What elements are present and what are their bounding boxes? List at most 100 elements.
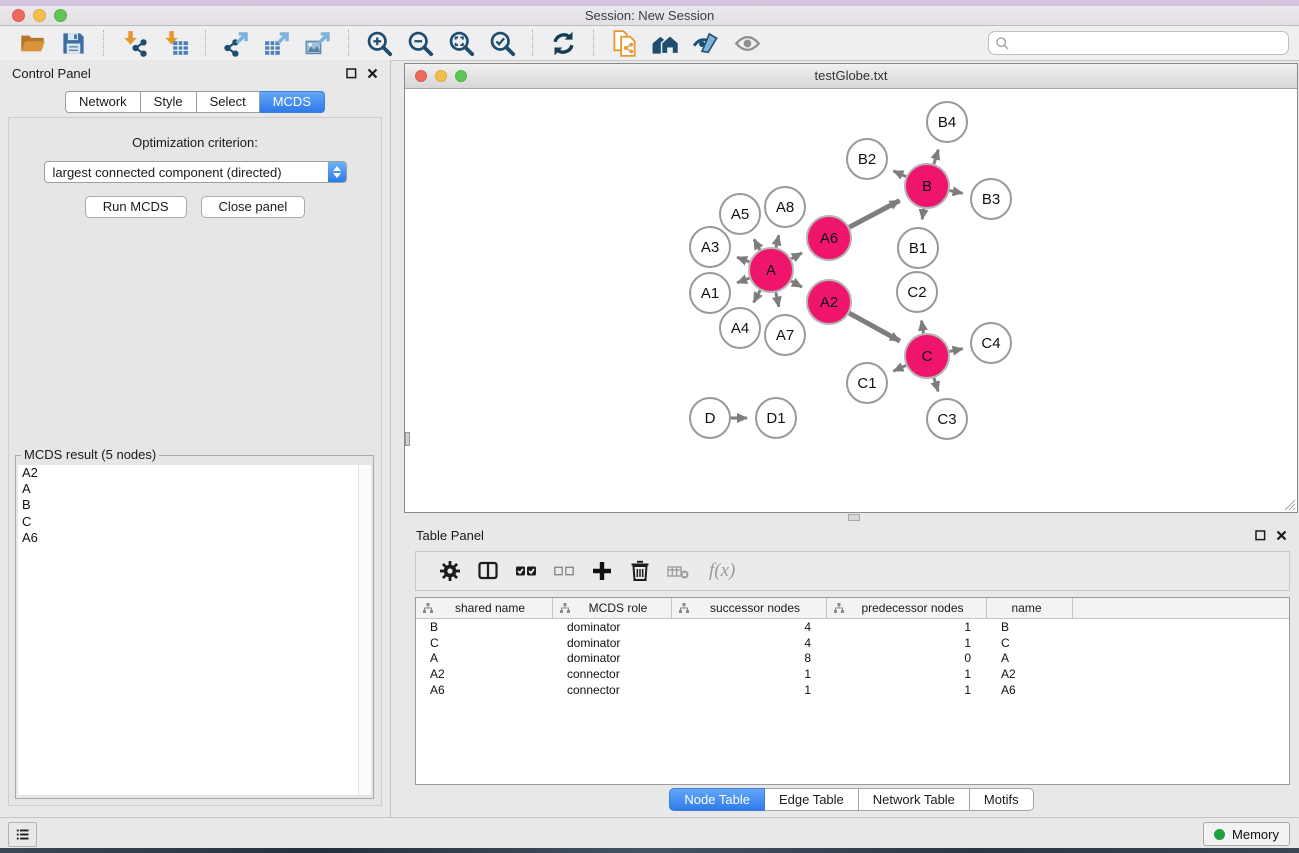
tab-node-table[interactable]: Node Table: [669, 788, 765, 811]
gear-icon[interactable]: [438, 559, 462, 583]
column-header-predecessor-nodes[interactable]: predecessor nodes: [827, 598, 987, 618]
table-cell[interactable]: 1: [827, 620, 987, 634]
table-cell[interactable]: 4: [672, 636, 827, 650]
close-panel-icon[interactable]: [367, 68, 378, 79]
column-header-name[interactable]: name: [987, 598, 1073, 618]
table-cell[interactable]: 1: [672, 667, 827, 681]
edge-A-A1[interactable]: [737, 278, 749, 283]
edge-A6-B[interactable]: [849, 201, 899, 228]
zoom-in-icon[interactable]: [366, 30, 393, 57]
edge-A-A8[interactable]: [776, 235, 779, 247]
clone-network-icon[interactable]: [611, 30, 638, 57]
table-cell[interactable]: A2: [416, 667, 553, 681]
tab-select[interactable]: Select: [197, 91, 260, 113]
close-table-panel-icon[interactable]: [1276, 530, 1287, 541]
network-canvas[interactable]: B4B2BB3A8A5A6A3B1AC2A1A2A4A7C4CC1C3DD1: [405, 89, 1297, 512]
edge-C-C1[interactable]: [893, 365, 906, 371]
edge-A-A2[interactable]: [791, 281, 802, 287]
columns-icon[interactable]: [476, 559, 500, 583]
delete-column-icon[interactable]: [628, 559, 652, 583]
import-network-icon[interactable]: [121, 30, 148, 57]
edge-B-B1[interactable]: [922, 209, 924, 220]
export-image-icon[interactable]: [305, 30, 332, 57]
zoom-out-icon[interactable]: [407, 30, 434, 57]
table-cell[interactable]: dominator: [553, 620, 672, 634]
criterion-dropdown[interactable]: largest connected component (directed): [44, 161, 347, 183]
search-input[interactable]: [1011, 33, 1288, 53]
table-row[interactable]: A2connector11A2: [416, 666, 1289, 682]
select-all-checkbox-icon[interactable]: [514, 559, 538, 583]
open-folder-icon[interactable]: [19, 30, 46, 57]
table-cell[interactable]: C: [416, 636, 553, 650]
float-panel-icon[interactable]: [346, 68, 357, 79]
edge-C-C4[interactable]: [950, 349, 963, 352]
float-table-panel-icon[interactable]: [1255, 530, 1266, 541]
table-cell[interactable]: 0: [827, 651, 987, 665]
hide-graphics-details-icon[interactable]: [693, 30, 720, 57]
memory-button[interactable]: Memory: [1203, 822, 1290, 846]
table-cell[interactable]: A: [987, 651, 1073, 665]
function-builder-icon[interactable]: f(x): [709, 560, 735, 582]
table-row[interactable]: Cdominator41C: [416, 635, 1289, 651]
table-cell[interactable]: 4: [672, 620, 827, 634]
result-list-scrollbar[interactable]: [358, 465, 371, 795]
edge-A-A5[interactable]: [754, 239, 760, 250]
export-table-icon[interactable]: [264, 30, 291, 57]
table-cell[interactable]: connector: [553, 667, 672, 681]
edge-B-B4[interactable]: [934, 150, 938, 164]
search-box[interactable]: [988, 31, 1289, 55]
task-history-button[interactable]: [8, 822, 37, 847]
table-cell[interactable]: 8: [672, 651, 827, 665]
save-icon[interactable]: [60, 30, 87, 57]
delete-table-icon[interactable]: [666, 559, 690, 583]
edge-A-A3[interactable]: [737, 257, 749, 262]
import-table-icon[interactable]: [162, 30, 189, 57]
resize-grip-icon[interactable]: [1282, 497, 1296, 511]
tab-network-table[interactable]: Network Table: [859, 788, 970, 811]
result-item[interactable]: B: [18, 497, 358, 513]
close-panel-button[interactable]: Close panel: [201, 196, 306, 218]
split-divider-handle[interactable]: [848, 514, 860, 521]
column-header-successor-nodes[interactable]: successor nodes: [672, 598, 827, 618]
table-cell[interactable]: A: [416, 651, 553, 665]
table-cell[interactable]: B: [987, 620, 1073, 634]
tab-edge-table[interactable]: Edge Table: [765, 788, 859, 811]
edge-A-A4[interactable]: [754, 290, 760, 302]
canvas-left-scrollbar-thumb[interactable]: [405, 432, 410, 446]
table-cell[interactable]: 1: [827, 636, 987, 650]
result-item[interactable]: A: [18, 481, 358, 497]
edge-A-A6[interactable]: [791, 253, 802, 259]
table-cell[interactable]: A2: [987, 667, 1073, 681]
export-network-icon[interactable]: [223, 30, 250, 57]
table-row[interactable]: A6connector11A6: [416, 682, 1289, 698]
table-cell[interactable]: dominator: [553, 651, 672, 665]
tab-motifs[interactable]: Motifs: [970, 788, 1034, 811]
run-mcds-button[interactable]: Run MCDS: [85, 196, 187, 218]
table-cell[interactable]: 1: [827, 683, 987, 697]
deselect-all-checkbox-icon[interactable]: [552, 559, 576, 583]
edge-A-A7[interactable]: [776, 292, 779, 306]
tab-network[interactable]: Network: [65, 91, 141, 113]
column-header-MCDS-role[interactable]: MCDS role: [553, 598, 672, 618]
table-row[interactable]: Bdominator41B: [416, 619, 1289, 635]
table-cell[interactable]: 1: [672, 683, 827, 697]
edge-A2-C[interactable]: [849, 313, 900, 341]
tab-mcds[interactable]: MCDS: [260, 91, 325, 113]
tab-style[interactable]: Style: [141, 91, 197, 113]
table-row[interactable]: Adominator80A: [416, 651, 1289, 667]
edge-C-C2[interactable]: [921, 321, 923, 334]
home-icon[interactable]: [652, 30, 679, 57]
zoom-fit-icon[interactable]: [448, 30, 475, 57]
show-graphics-details-icon[interactable]: [734, 30, 761, 57]
add-column-icon[interactable]: [590, 559, 614, 583]
table-cell[interactable]: B: [416, 620, 553, 634]
result-item[interactable]: A2: [18, 465, 358, 481]
edge-B-B2[interactable]: [893, 171, 906, 177]
table-cell[interactable]: connector: [553, 683, 672, 697]
table-cell[interactable]: A6: [416, 683, 553, 697]
column-header-shared-name[interactable]: shared name: [416, 598, 553, 618]
result-item[interactable]: A6: [18, 530, 358, 546]
table-cell[interactable]: dominator: [553, 636, 672, 650]
table-cell[interactable]: 1: [827, 667, 987, 681]
refresh-icon[interactable]: [550, 30, 577, 57]
